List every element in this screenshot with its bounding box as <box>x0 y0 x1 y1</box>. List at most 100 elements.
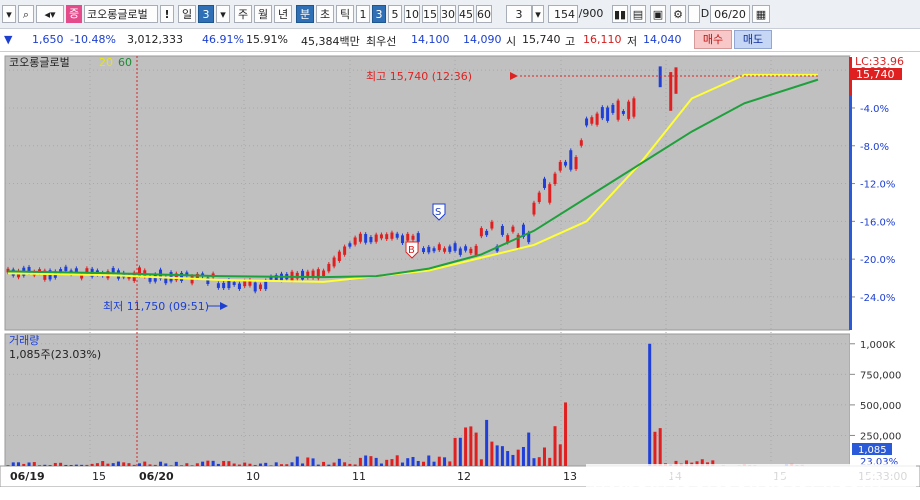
candle-body <box>500 225 504 235</box>
volume-bar <box>516 449 520 466</box>
volume-bar <box>211 460 215 466</box>
period-second[interactable]: 초 <box>316 5 334 23</box>
volume-bar <box>216 463 220 466</box>
volume-bar <box>648 343 652 466</box>
minute-5[interactable]: 5 <box>388 5 402 23</box>
period-month[interactable]: 월 <box>254 5 272 23</box>
volume-bar <box>400 462 404 466</box>
volume-bar <box>490 441 494 466</box>
bid-price: 14,100 <box>411 33 450 46</box>
volume-bar <box>80 464 84 466</box>
watermark: https://tooltool.tistory.com <box>586 464 916 500</box>
exclaim-button[interactable]: ! <box>160 5 174 23</box>
volume-bar <box>658 428 662 466</box>
x-tick-label: 06/20 <box>139 470 174 483</box>
period-tick[interactable]: 틱 <box>336 5 354 23</box>
volume-bar <box>148 464 152 466</box>
candle-body <box>327 263 331 272</box>
volume-bar <box>448 461 452 466</box>
period-week[interactable]: 주 <box>234 5 252 23</box>
candle-body <box>180 272 184 281</box>
low-annotation: 최저 11,750 (09:51) <box>103 300 209 313</box>
candle-body <box>385 234 389 240</box>
volume-bar <box>127 463 131 466</box>
period-minute[interactable]: 분 <box>296 5 314 23</box>
candle-body <box>579 140 583 146</box>
stock-name-input[interactable]: 코오롱글로벌 <box>84 5 158 23</box>
candle-body <box>453 243 457 251</box>
volume-bar <box>132 464 136 466</box>
period-dropdown[interactable]: ▾ <box>216 5 230 23</box>
change-value: 1,650 <box>32 33 64 46</box>
minute-30[interactable]: 30 <box>440 5 456 23</box>
save-icon[interactable]: ▣ <box>650 5 666 23</box>
volume-bar <box>116 461 120 466</box>
candle-body <box>616 100 620 120</box>
candle-body <box>374 234 378 242</box>
chart-settings-icon[interactable]: ▤ <box>630 5 646 23</box>
minute-15[interactable]: 15 <box>422 5 438 23</box>
down-arrow-icon: ▼ <box>4 33 13 46</box>
candle-body <box>542 178 546 188</box>
volume-bar <box>332 462 336 466</box>
volume-bar <box>264 462 268 466</box>
candle-body <box>258 284 262 290</box>
bars-shown-input[interactable]: 154 <box>548 5 578 23</box>
candle-body <box>569 150 573 170</box>
candle-body <box>432 248 436 252</box>
count-dropdown[interactable]: ▾ <box>532 5 544 23</box>
svg-text:B: B <box>408 245 415 256</box>
speaker-icon[interactable]: ◂▾ <box>36 5 64 23</box>
candle-body <box>469 248 473 254</box>
volume-bar <box>95 463 99 466</box>
volume-bar <box>22 463 26 466</box>
candle-body <box>348 243 352 247</box>
volume-bar <box>469 426 473 466</box>
candle-type-icon[interactable]: ▮▮ <box>612 5 628 23</box>
volume-bar <box>453 437 457 466</box>
candle-body <box>390 232 394 239</box>
candle-body <box>322 270 326 277</box>
volume-bar <box>374 457 378 466</box>
candle-body <box>621 111 625 114</box>
calendar-icon[interactable]: ▦ <box>752 5 770 23</box>
candle-body <box>479 228 483 237</box>
volume-bar <box>137 463 141 466</box>
minute-1[interactable]: 1 <box>356 5 370 23</box>
x-tick-label: 11 <box>352 470 366 483</box>
volume-bar <box>32 462 36 466</box>
bars-total: /900 <box>578 7 604 20</box>
minute-60[interactable]: 60 <box>476 5 492 23</box>
candle-body <box>627 101 631 119</box>
minute-45[interactable]: 45 <box>458 5 474 23</box>
volume-bar <box>185 463 189 466</box>
candle-body <box>548 184 552 203</box>
period-count[interactable]: 3 <box>198 5 214 23</box>
volume-value: 3,012,333 <box>127 33 183 46</box>
volume-bar <box>169 465 173 466</box>
volume-bar <box>395 455 399 466</box>
date-checkbox[interactable] <box>688 5 700 23</box>
x-tick-label: 12 <box>457 470 471 483</box>
chart-svg[interactable]: 0.00%-4.0%-8.0%-12.0%-16.0%-20.0%-24.0% … <box>0 52 920 488</box>
volume-bar <box>274 462 278 466</box>
search-icon[interactable]: ⌕ <box>18 5 34 23</box>
volume-bar <box>206 460 210 466</box>
count-select[interactable]: 3 <box>506 5 532 23</box>
dropdown-button[interactable]: ▾ <box>2 5 16 23</box>
market-badge: 증 <box>66 5 82 23</box>
date-input[interactable]: 06/20 <box>710 5 750 23</box>
volume-bar <box>6 465 10 466</box>
candle-body <box>416 233 420 242</box>
minute-3[interactable]: 3 <box>372 5 386 23</box>
period-year[interactable]: 년 <box>274 5 292 23</box>
volume-bar <box>195 463 199 466</box>
sell-button[interactable]: 매도 <box>734 30 772 49</box>
x-tick-label: 10 <box>246 470 260 483</box>
period-select[interactable]: 일 <box>178 5 196 23</box>
gear-icon[interactable]: ⚙ <box>670 5 686 23</box>
buy-button[interactable]: 매수 <box>694 30 732 49</box>
volume-bar <box>85 464 89 466</box>
volume-bar <box>558 444 562 466</box>
minute-10[interactable]: 10 <box>404 5 420 23</box>
